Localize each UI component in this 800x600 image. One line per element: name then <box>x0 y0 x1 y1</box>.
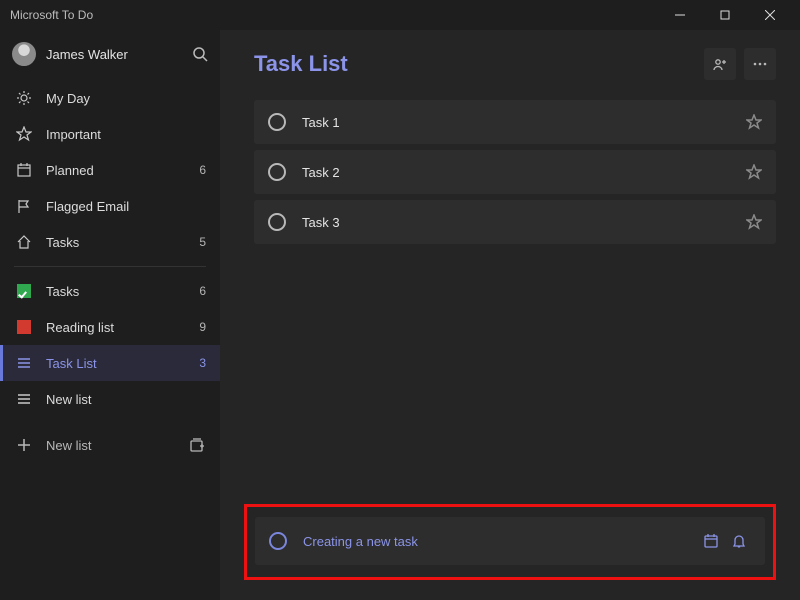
sidebar-item-label: Tasks <box>46 284 199 299</box>
search-icon[interactable] <box>192 46 208 62</box>
task-row[interactable]: Task 1 <box>254 100 776 144</box>
profile-name: James Walker <box>46 47 192 62</box>
app-title: Microsoft To Do <box>10 8 657 22</box>
star-icon <box>16 126 32 142</box>
title-bar: Microsoft To Do <box>0 0 800 30</box>
task-title: Task 2 <box>302 165 746 180</box>
sidebar-list-tasklist[interactable]: Task List 3 <box>0 345 220 381</box>
new-group-button[interactable] <box>186 434 208 456</box>
sidebar: James Walker My Day Important Planned 6 <box>0 30 220 600</box>
add-list-label: New list <box>46 438 186 453</box>
minimize-button[interactable] <box>657 0 702 30</box>
profile-row[interactable]: James Walker <box>0 34 220 80</box>
sidebar-divider <box>14 266 206 267</box>
complete-toggle[interactable] <box>268 163 286 181</box>
list-icon <box>16 355 32 371</box>
sidebar-item-count: 5 <box>199 235 206 249</box>
task-title: Task 3 <box>302 215 746 230</box>
sidebar-item-label: Important <box>46 127 206 142</box>
sidebar-item-tasks[interactable]: Tasks 5 <box>0 224 220 260</box>
flag-icon <box>16 198 32 214</box>
sidebar-item-flagged[interactable]: Flagged Email <box>0 188 220 224</box>
home-icon <box>16 234 32 250</box>
sidebar-item-label: Planned <box>46 163 199 178</box>
sidebar-item-label: Reading list <box>46 320 199 335</box>
sidebar-item-count: 6 <box>199 163 206 177</box>
red-square-icon <box>16 319 32 335</box>
sidebar-item-count: 6 <box>199 284 206 298</box>
list-icon <box>16 391 32 407</box>
sidebar-item-label: Task List <box>46 356 199 371</box>
add-task-highlight <box>244 504 776 580</box>
star-button[interactable] <box>746 214 762 230</box>
close-button[interactable] <box>747 0 792 30</box>
sidebar-item-label: Flagged Email <box>46 199 206 214</box>
task-title: Task 1 <box>302 115 746 130</box>
sidebar-list-newlist[interactable]: New list <box>0 381 220 417</box>
circle-icon <box>269 532 287 550</box>
add-list-row[interactable]: New list <box>0 425 220 465</box>
more-button[interactable] <box>744 48 776 80</box>
reminder-button[interactable] <box>725 527 753 555</box>
sidebar-list-tasks[interactable]: Tasks 6 <box>0 273 220 309</box>
list-header: Task List <box>254 48 776 80</box>
sidebar-item-important[interactable]: Important <box>0 116 220 152</box>
app-body: James Walker My Day Important Planned 6 <box>0 30 800 600</box>
add-task-input[interactable] <box>303 534 697 549</box>
due-date-button[interactable] <box>697 527 725 555</box>
calendar-icon <box>16 162 32 178</box>
maximize-button[interactable] <box>702 0 747 30</box>
sidebar-item-myday[interactable]: My Day <box>0 80 220 116</box>
share-button[interactable] <box>704 48 736 80</box>
star-button[interactable] <box>746 114 762 130</box>
task-row[interactable]: Task 2 <box>254 150 776 194</box>
sidebar-list-reading[interactable]: Reading list 9 <box>0 309 220 345</box>
complete-toggle[interactable] <box>268 113 286 131</box>
app-window: Microsoft To Do James Walker My Day <box>0 0 800 600</box>
window-controls <box>657 0 792 30</box>
check-square-icon <box>16 283 32 299</box>
sidebar-item-label: My Day <box>46 91 206 106</box>
sidebar-item-count: 9 <box>199 320 206 334</box>
avatar <box>12 42 36 66</box>
plus-icon <box>16 437 32 453</box>
sidebar-item-count: 3 <box>199 356 206 370</box>
star-button[interactable] <box>746 164 762 180</box>
sidebar-item-label: Tasks <box>46 235 199 250</box>
sidebar-item-label: New list <box>46 392 206 407</box>
task-row[interactable]: Task 3 <box>254 200 776 244</box>
sun-icon <box>16 90 32 106</box>
main-pane: Task List Task 1 Task 2 Task 3 <box>220 30 800 600</box>
list-title: Task List <box>254 51 696 77</box>
sidebar-item-planned[interactable]: Planned 6 <box>0 152 220 188</box>
complete-toggle[interactable] <box>268 213 286 231</box>
add-task-bar[interactable] <box>255 517 765 565</box>
